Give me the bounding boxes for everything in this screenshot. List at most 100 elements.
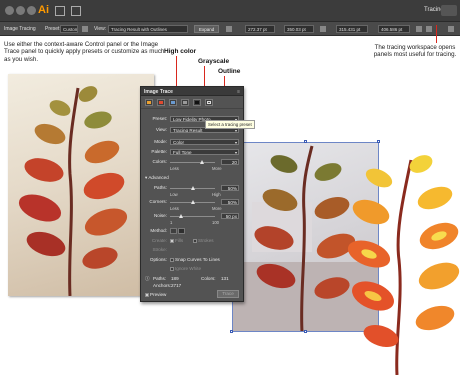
- strokes-label: Strokes: [198, 238, 214, 243]
- high-color-callout: High color: [164, 48, 197, 55]
- x-field[interactable]: 272.37 pt: [245, 25, 275, 33]
- outline-icon[interactable]: [205, 99, 213, 106]
- corners-min-label: Less: [170, 206, 179, 211]
- minimize-window-dot-icon[interactable]: [16, 6, 25, 15]
- align-icon[interactable]: [416, 26, 422, 32]
- fills-label: Fills: [175, 238, 184, 243]
- colors-value-field[interactable]: 20: [221, 159, 239, 165]
- expand-button[interactable]: Expand: [194, 25, 220, 33]
- trace-panel-icon[interactable]: [82, 26, 88, 32]
- bridge-icon[interactable]: [55, 6, 65, 16]
- noise-min-label: 1: [170, 220, 173, 225]
- intro-caption: Use either the context-aware Control pan…: [4, 41, 165, 63]
- colors-min-label: Less: [170, 166, 179, 171]
- preview-checkbox[interactable]: Preview: [145, 292, 166, 297]
- colors-label: Colors:: [152, 159, 167, 164]
- panel-header[interactable]: Image Trace ≡: [141, 87, 243, 96]
- selection-handle[interactable]: [230, 330, 233, 333]
- advanced-toggle[interactable]: ▾ Advanced: [145, 175, 169, 181]
- preset-tooltip: Select a tracing preset: [205, 120, 255, 129]
- strokes-check-icon: [193, 238, 197, 243]
- noise-slider[interactable]: [170, 214, 215, 218]
- strokes-checkbox[interactable]: Strokes: [193, 238, 214, 243]
- corners-slider[interactable]: [170, 200, 215, 204]
- advanced-label: Advanced: [148, 175, 169, 180]
- workspace-caption: The tracing workspace opens panels most …: [373, 44, 457, 59]
- panel-title: Image Trace: [144, 89, 173, 95]
- stroke-row: Stroke:: [145, 247, 239, 254]
- stats-row-1: ⓘ Paths: 189 Colors: 131: [145, 276, 239, 283]
- fills-check-icon: [170, 238, 174, 243]
- application-bar: Ai Tracing: [0, 0, 460, 22]
- black-and-white-icon[interactable]: [193, 99, 201, 106]
- zoom-window-dot-icon[interactable]: [27, 6, 36, 15]
- trace-button[interactable]: Trace: [217, 290, 239, 298]
- grayscale-callout: Grayscale: [198, 58, 230, 65]
- high-color-icon[interactable]: [157, 99, 165, 106]
- method-label: Method:: [150, 228, 167, 233]
- selection-handle[interactable]: [304, 330, 307, 333]
- auto-color-icon[interactable]: [145, 99, 153, 106]
- mode-label: Mode:: [154, 139, 167, 144]
- abutting-method-icon[interactable]: [170, 228, 177, 234]
- create-label: Create:: [151, 238, 167, 243]
- selection-handle[interactable]: [377, 140, 380, 143]
- close-window-dot-icon[interactable]: [5, 6, 14, 15]
- noise-value-field[interactable]: 50 px: [221, 213, 239, 219]
- mode-select[interactable]: Color: [170, 139, 239, 145]
- arrange-documents-icon[interactable]: [71, 6, 81, 16]
- paths-slider-thumb[interactable]: [190, 186, 195, 190]
- grayscale-icon[interactable]: [181, 99, 189, 106]
- view-label: View:: [155, 127, 167, 132]
- colors-stat-label: Colors:: [201, 276, 216, 281]
- fills-checkbox[interactable]: Fills: [170, 238, 183, 243]
- panel-menu-icon[interactable]: [448, 26, 454, 32]
- control-view-select[interactable]: Tracing Result with Outlines: [108, 25, 188, 33]
- control-preset-select[interactable]: Custom: [60, 25, 78, 33]
- colors-slider-thumb[interactable]: [200, 160, 205, 164]
- corners-label: Corners:: [149, 199, 167, 204]
- colors-max-label: More: [212, 166, 222, 171]
- noise-slider-thumb[interactable]: [179, 214, 184, 218]
- overlapping-method-icon[interactable]: [178, 228, 185, 234]
- preset-label: Preset:: [152, 116, 167, 121]
- h-field[interactable]: 406.586 pt: [378, 25, 410, 33]
- preview-check-icon: [145, 292, 149, 297]
- snap-check-icon: [170, 257, 174, 262]
- y-field[interactable]: 350.03 pt: [284, 25, 314, 33]
- corners-value-field[interactable]: 50%: [221, 199, 239, 205]
- image-trace-panel: Image Trace ≡ Select a tracing preset Pr…: [140, 86, 255, 302]
- workspace-callout-line: [436, 25, 437, 43]
- paths-stat-value: 189: [171, 276, 179, 281]
- corners-slider-thumb[interactable]: [190, 200, 195, 204]
- branch-photo-graphic: [18, 86, 128, 296]
- create-row: Create: Fills Strokes: [145, 238, 239, 245]
- corners-max-label: More: [212, 206, 222, 211]
- reference-point-icon[interactable]: [226, 26, 232, 32]
- low-color-icon[interactable]: [169, 99, 177, 106]
- corners-row: Corners: 50%: [145, 199, 239, 206]
- paths-label: Paths:: [153, 185, 167, 190]
- control-preset-label: Preset:: [45, 26, 61, 32]
- palette-select[interactable]: Full Tone: [170, 149, 239, 155]
- search-icon[interactable]: [441, 5, 457, 16]
- paths-value-field[interactable]: 50%: [221, 185, 239, 191]
- options-label: Options:: [149, 257, 167, 262]
- illustrator-logo: Ai: [38, 4, 49, 16]
- stats-row-2: Anchors: 2717: [145, 283, 239, 290]
- constrain-proportions-icon[interactable]: [320, 26, 326, 32]
- paths-min-label: Low: [170, 192, 178, 197]
- control-bar-mode-label: Image Tracing: [4, 26, 36, 32]
- panel-menu-icon[interactable]: ≡: [237, 89, 240, 95]
- palette-row: Palette: Full Tone: [145, 149, 239, 156]
- outline-callout: Outline: [218, 68, 241, 75]
- paths-slider[interactable]: [170, 186, 215, 190]
- info-icon: ⓘ: [145, 276, 150, 281]
- colors-slider[interactable]: [170, 160, 215, 164]
- transform-icon[interactable]: [426, 26, 432, 32]
- ignore-white-checkbox[interactable]: Ignore White: [170, 266, 201, 271]
- w-field[interactable]: 315.431 pt: [336, 25, 368, 33]
- preview-label: Preview: [150, 292, 167, 297]
- selection-handle[interactable]: [304, 140, 307, 143]
- snap-curves-checkbox[interactable]: Snap Curves To Lines: [170, 257, 220, 262]
